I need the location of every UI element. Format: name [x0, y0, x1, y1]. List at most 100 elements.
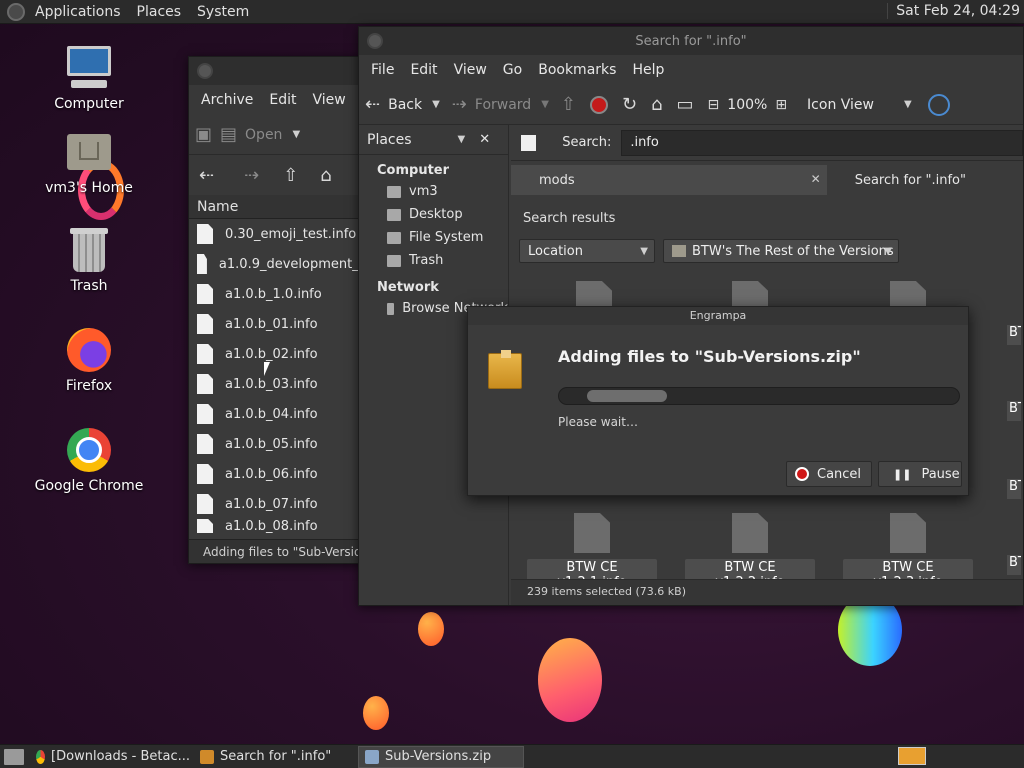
mate-logo-icon[interactable]	[7, 2, 25, 21]
forward-arrow-icon: ⇢	[451, 94, 467, 115]
clock[interactable]: Sat Feb 24, 04:29	[887, 3, 1020, 19]
window-menu-icon[interactable]	[197, 63, 213, 79]
archive-titlebar[interactable]	[189, 57, 367, 85]
file-row[interactable]: a1.0.b_06.info	[189, 459, 367, 489]
menu-edit[interactable]: Edit	[261, 92, 304, 108]
file-row[interactable]: 0.30_emoji_test.info	[189, 219, 367, 249]
menu-applications[interactable]: Applications	[27, 4, 129, 20]
file-row[interactable]: a1.0.b_05.info	[189, 429, 367, 459]
stop-record-icon	[795, 467, 809, 481]
search-icon[interactable]	[927, 93, 950, 116]
search-bar: Search: .info	[511, 125, 1023, 161]
up-arrow-icon[interactable]: ⇧	[283, 165, 298, 186]
chrome-icon	[65, 426, 113, 474]
new-archive-icon[interactable]: ▣	[195, 124, 212, 145]
tab-search[interactable]: Search for ".info"	[826, 165, 1023, 195]
computer-icon[interactable]: ▭	[677, 94, 694, 115]
desktop-icon-chrome[interactable]: Google Chrome	[34, 426, 144, 494]
home-icon[interactable]: ⌂	[651, 94, 662, 115]
sidebar-item-trash[interactable]: Trash	[359, 249, 508, 272]
file-manager-titlebar[interactable]: Search for ".info"	[359, 27, 1023, 55]
file-row[interactable]: a1.0.b_01.info	[189, 309, 367, 339]
window-menu-icon[interactable]	[367, 33, 383, 49]
menu-file[interactable]: File	[363, 62, 402, 78]
menu-system[interactable]: System	[189, 4, 257, 20]
file-name: a1.0.b_1.0.info	[225, 286, 322, 302]
stop-icon[interactable]	[590, 95, 608, 114]
file-tile-label-cut[interactable]: BT	[1007, 325, 1021, 345]
reload-icon[interactable]: ↻	[622, 94, 637, 115]
sidebar-item-file-system[interactable]: File System	[359, 226, 508, 249]
cancel-label: Cancel	[817, 466, 862, 482]
zoom-level[interactable]: 100%	[727, 97, 767, 113]
wallpaper-balloon	[538, 638, 602, 722]
back-button[interactable]: ⇠ Back ▼	[365, 94, 440, 115]
file-tile-label-cut[interactable]: BT	[1007, 555, 1021, 575]
back-arrow-icon[interactable]: ⇠	[199, 165, 214, 186]
archive-manager-window: Archive Edit View H ▣ ▤ Open ▼ ⇠ ⇢ ⇧ ⌂ N…	[188, 56, 368, 564]
file-name: a1.0.b_01.info	[225, 316, 318, 332]
trash-icon	[387, 254, 401, 267]
folder-combo[interactable]: BTW's The Rest of the Versions ▼	[663, 239, 899, 263]
menu-edit[interactable]: Edit	[402, 62, 445, 78]
edit-location-icon[interactable]	[521, 134, 537, 151]
forward-button[interactable]: ⇢ Forward ▼	[452, 94, 549, 115]
location-combo[interactable]: Location ▼	[519, 239, 655, 263]
location-combo-label: Location	[528, 243, 583, 259]
package-icon	[488, 350, 522, 389]
document-icon	[197, 314, 213, 334]
desktop-icon-firefox[interactable]: Firefox	[34, 326, 144, 394]
show-desktop-icon[interactable]	[4, 748, 24, 765]
task-search-window[interactable]: Search for ".info"	[194, 746, 354, 768]
search-input[interactable]: .info	[621, 129, 1023, 156]
menu-view[interactable]: View	[446, 62, 495, 78]
menu-places[interactable]: Places	[129, 4, 190, 20]
tab-mods[interactable]: mods ✕	[511, 165, 827, 195]
task-label: [Downloads - Betac...	[51, 749, 190, 764]
file-row[interactable]: a1.0.b_1.0.info	[189, 279, 367, 309]
zoom-out-icon[interactable]: ⊟	[708, 97, 720, 113]
menu-archive[interactable]: Archive	[193, 92, 261, 108]
drive-icon	[387, 231, 401, 244]
up-arrow-icon[interactable]: ⇧	[561, 94, 576, 115]
desktop-icon-home[interactable]: vm3's Home	[34, 128, 144, 196]
home-icon[interactable]: ⌂	[320, 165, 331, 186]
file-row[interactable]: a1.0.9_development_3	[189, 249, 367, 279]
sidebar-item-desktop[interactable]: Desktop	[359, 203, 508, 226]
cancel-button[interactable]: Cancel	[786, 461, 872, 487]
task-sub-versions-zip[interactable]: Sub-Versions.zip	[358, 745, 524, 768]
chevron-down-icon[interactable]: ▼	[432, 99, 440, 110]
file-tile-label-cut[interactable]: BT	[1007, 479, 1021, 499]
desktop-icon-trash[interactable]: Trash	[34, 226, 144, 294]
file-row[interactable]: a1.0.b_02.info	[189, 339, 367, 369]
workspace-switcher-icon[interactable]	[898, 747, 926, 765]
file-row[interactable]: a1.0.b_04.info	[189, 399, 367, 429]
desktop-icon-computer[interactable]: Computer	[34, 44, 144, 112]
pause-button[interactable]: ❚❚ Pause	[878, 461, 962, 487]
archive-nav-bar: ⇠ ⇢ ⇧ ⌂	[189, 155, 367, 195]
file-row[interactable]: a1.0.b_03.info	[189, 369, 367, 399]
open-button[interactable]: ▤ Open ▼	[220, 124, 300, 145]
chevron-down-icon[interactable]: ▼	[458, 134, 466, 145]
zoom-in-icon[interactable]: ⊞	[775, 97, 787, 113]
menu-help[interactable]: Help	[624, 62, 672, 78]
file-row[interactable]: a1.0.b_08.info	[189, 519, 367, 533]
pause-icon: ❚❚	[893, 467, 912, 481]
menu-go[interactable]: Go	[495, 62, 530, 78]
dialog-title[interactable]: Engrampa	[468, 307, 968, 325]
sidebar-item-vm3[interactable]: vm3	[359, 180, 508, 203]
sidebar-header-label[interactable]: Places	[367, 132, 412, 148]
task-downloads-browser[interactable]: [Downloads - Betac...	[30, 746, 190, 768]
chevron-down-icon: ▼	[292, 129, 301, 140]
network-icon	[387, 302, 395, 315]
view-mode-select[interactable]: Icon View ▼	[807, 97, 912, 113]
file-row[interactable]: a1.0.b_07.info	[189, 489, 367, 519]
forward-arrow-icon[interactable]: ⇢	[244, 165, 259, 186]
chevron-down-icon[interactable]: ▼	[541, 99, 549, 110]
menu-view[interactable]: View	[305, 92, 354, 108]
close-tab-icon[interactable]: ✕	[811, 172, 821, 186]
menu-bookmarks[interactable]: Bookmarks	[530, 62, 624, 78]
file-tile-label-cut[interactable]: BT	[1007, 401, 1021, 421]
column-header-name[interactable]: Name	[189, 195, 367, 219]
close-icon[interactable]: ✕	[479, 132, 490, 147]
